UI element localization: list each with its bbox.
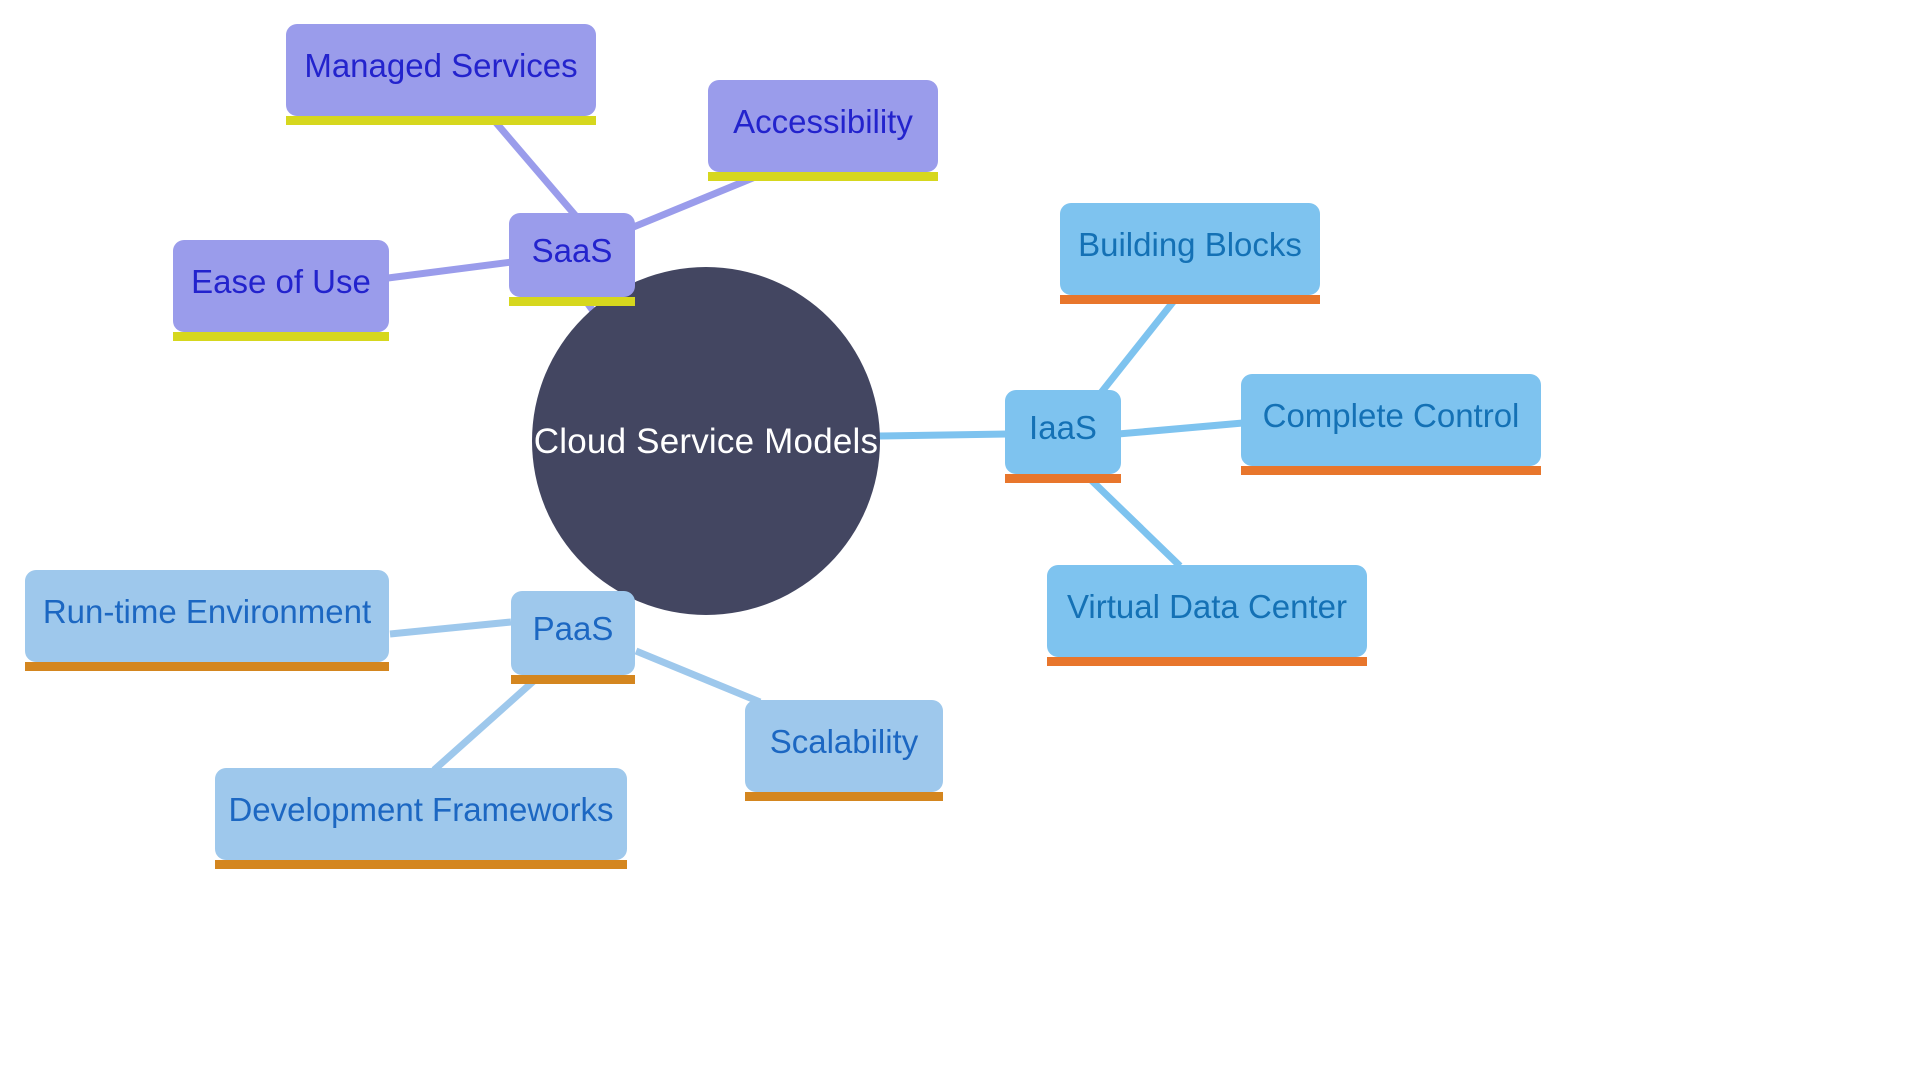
leaf-node-ease-of-use-label: Ease of Use (191, 263, 371, 300)
leaf-node-accessibility-label: Accessibility (733, 103, 913, 140)
leaf-node-run-time-environment-label: Run-time Environment (42, 593, 372, 630)
edge-iaas-virtual-data-center (1085, 474, 1183, 569)
leaf-node-development-frameworks-label: Development Frameworks (228, 791, 614, 828)
leaf-node-development-frameworks[interactable]: Development Frameworks (215, 768, 627, 869)
leaf-node-scalability-label: Scalability (769, 723, 919, 760)
edge-iaas-complete-control (1117, 419, 1244, 438)
leaf-node-complete-control-label: Complete Control (1262, 397, 1520, 434)
root-node-label: Cloud Service Models (533, 421, 879, 461)
leaf-node-managed-services[interactable]: Managed Services (286, 24, 596, 125)
branch-node-saas[interactable]: SaaS (509, 213, 635, 306)
branch-node-iaas[interactable]: IaaS (1005, 390, 1121, 483)
edge-paas-development-frameworks (431, 675, 540, 773)
edge-paas-run-time-environment (389, 618, 512, 638)
edge-saas-ease-of-use (387, 258, 513, 282)
mindmap-canvas: Cloud Service Models SaaS Managed Services… (0, 0, 1920, 1080)
root-node-cloud-service-models[interactable]: Cloud Service Models (532, 267, 880, 615)
edge-paas-scalability (634, 647, 762, 706)
leaf-node-complete-control[interactable]: Complete Control (1241, 374, 1541, 475)
leaf-node-building-blocks-label: Building Blocks (1078, 226, 1302, 263)
edge-iaas-building-blocks (1097, 294, 1180, 397)
leaf-node-virtual-data-center-label: Virtual Data Center (1066, 588, 1348, 625)
leaf-node-virtual-data-center[interactable]: Virtual Data Center (1047, 565, 1367, 666)
edge-root-iaas (878, 430, 1009, 440)
leaf-node-run-time-environment[interactable]: Run-time Environment (25, 570, 389, 671)
branch-node-paas[interactable]: PaaS (511, 591, 635, 684)
leaf-node-managed-services-label: Managed Services (304, 47, 578, 84)
edge-saas-accessibility (629, 171, 762, 232)
branch-node-iaas-label: IaaS (1029, 409, 1097, 446)
edge-saas-managed-services (489, 115, 584, 225)
leaf-node-building-blocks[interactable]: Building Blocks (1060, 203, 1320, 304)
leaf-node-accessibility[interactable]: Accessibility (708, 80, 938, 181)
leaf-node-ease-of-use[interactable]: Ease of Use (173, 240, 389, 341)
branch-node-paas-label: PaaS (532, 610, 614, 647)
leaf-node-scalability[interactable]: Scalability (745, 700, 943, 801)
edge-layer (387, 115, 1244, 773)
branch-node-saas-label: SaaS (531, 232, 613, 269)
